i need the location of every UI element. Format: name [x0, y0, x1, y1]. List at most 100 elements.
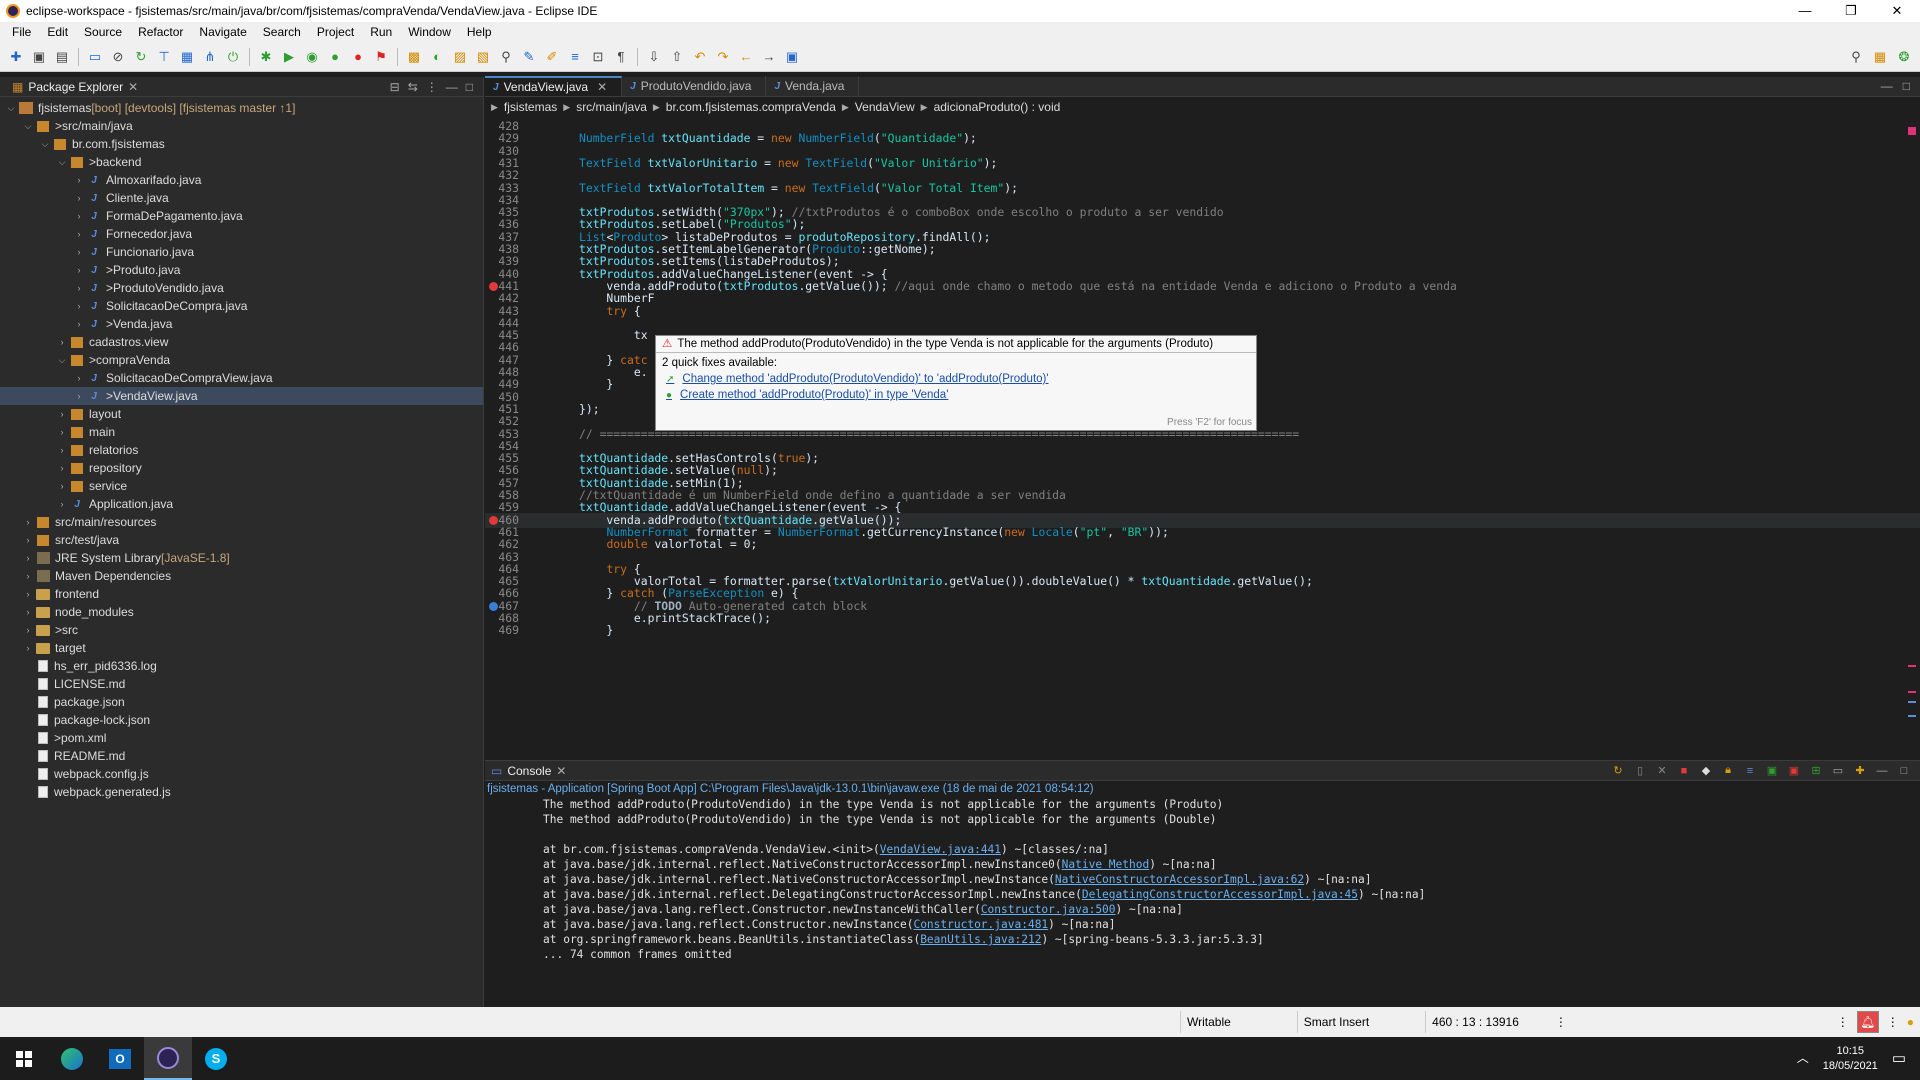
status-more-icon[interactable]: ⋮ — [1837, 1015, 1849, 1029]
tree-item[interactable]: › J SolicitacaoDeCompra.java — [0, 297, 483, 315]
collapsed-chevron-icon[interactable]: › — [21, 607, 35, 617]
collapsed-chevron-icon[interactable]: › — [72, 391, 86, 401]
tree-item[interactable]: package.json — [0, 693, 483, 711]
scroll-lock-icon[interactable]: 🔒︎ — [1720, 763, 1736, 779]
back-icon[interactable]: ← — [736, 47, 756, 67]
view-menu-icon[interactable]: ⋮ — [426, 80, 438, 94]
notification-icon[interactable]: 🔔︎ — [1856, 1011, 1879, 1033]
stack-trace-link[interactable]: BeanUtils.java:212 — [920, 933, 1041, 946]
tree-item[interactable]: › src/main/resources — [0, 513, 483, 531]
menu-search[interactable]: Search — [255, 25, 309, 39]
pin-editor-icon[interactable]: ▣ — [782, 47, 802, 67]
collapsed-chevron-icon[interactable]: › — [72, 229, 86, 239]
menu-project[interactable]: Project — [309, 25, 362, 39]
close-button[interactable]: ✕ — [1874, 0, 1920, 22]
collapsed-chevron-icon[interactable]: › — [55, 427, 69, 437]
open-type-icon[interactable]: ▨ — [450, 47, 470, 67]
spring-perspective-icon[interactable]: ❂ — [1894, 47, 1914, 67]
forward-edit-icon[interactable]: ↷ — [713, 47, 733, 67]
new-class-icon[interactable]: ◐ — [427, 47, 447, 67]
tree-item[interactable]: › > src — [0, 621, 483, 639]
collapsed-chevron-icon[interactable]: › — [55, 445, 69, 455]
minimize-button[interactable]: — — [1782, 0, 1828, 22]
maximize-editor-icon[interactable]: □ — [1903, 79, 1910, 93]
filter-icon[interactable]: ⊤ — [154, 47, 174, 67]
tree-item[interactable]: › src/test/java — [0, 531, 483, 549]
breadcrumb-package[interactable]: br.com.fjsistemas.compraVenda — [666, 100, 836, 114]
clock[interactable]: 10:15 18/05/2021 — [1823, 1044, 1878, 1074]
expanded-chevron-icon[interactable]: ⌵ — [55, 355, 69, 366]
collapsed-chevron-icon[interactable]: › — [55, 409, 69, 419]
coverage-icon[interactable]: ◉ — [302, 47, 322, 67]
tree-item[interactable]: › J > Venda.java — [0, 315, 483, 333]
windows-start-icon[interactable] — [0, 1037, 48, 1080]
collapsed-chevron-icon[interactable]: › — [55, 337, 69, 347]
grid-icon[interactable]: ▦ — [177, 47, 197, 67]
stack-trace-link[interactable]: Constructor.java:481 — [913, 918, 1048, 931]
forward-icon[interactable]: → — [759, 47, 779, 67]
collapsed-chevron-icon[interactable]: › — [72, 193, 86, 203]
menu-source[interactable]: Source — [76, 25, 130, 39]
stack-trace-link[interactable]: DelegatingConstructorAccessorImpl.java:4… — [1082, 888, 1358, 901]
highlight-icon[interactable]: ✐ — [542, 47, 562, 67]
remove-launch-icon[interactable]: ▯ — [1632, 763, 1648, 779]
collapsed-chevron-icon[interactable]: › — [72, 175, 86, 185]
maximize-view-icon[interactable]: □ — [466, 80, 473, 94]
status-menu-icon[interactable]: ⋮ — [1555, 1015, 1567, 1029]
word-wrap-icon[interactable]: ≡ — [565, 47, 585, 67]
tree-item[interactable]: › JRE System Library [JavaSE-1.8] — [0, 549, 483, 567]
expanded-chevron-icon[interactable]: ⌵ — [21, 121, 35, 132]
tree-item[interactable]: › layout — [0, 405, 483, 423]
collapsed-chevron-icon[interactable]: › — [72, 301, 86, 311]
collapsed-chevron-icon[interactable]: › — [21, 625, 35, 635]
tree-item[interactable]: ⌵ br.com.fjsistemas — [0, 135, 483, 153]
refresh-icon[interactable]: ↻ — [131, 47, 151, 67]
tree-item[interactable]: › J Funcionario.java — [0, 243, 483, 261]
hierarchy-icon[interactable]: ⋔ — [200, 47, 220, 67]
menu-edit[interactable]: Edit — [39, 25, 76, 39]
collapsed-chevron-icon[interactable]: › — [72, 211, 86, 221]
tree-item[interactable]: package-lock.json — [0, 711, 483, 729]
console-output[interactable]: The method addProduto(ProdutoVendido) in… — [485, 797, 1920, 962]
relaunch-icon[interactable]: ↻ — [1610, 763, 1626, 779]
save-all-icon[interactable]: ▤ — [52, 47, 72, 67]
stack-trace-link[interactable]: Constructor.java:500 — [981, 903, 1116, 916]
collapsed-chevron-icon[interactable]: › — [72, 247, 86, 257]
tree-item[interactable]: › J SolicitacaoDeCompraView.java — [0, 369, 483, 387]
breadcrumb-class[interactable]: VendaView — [855, 100, 915, 114]
debug-icon[interactable]: ✱ — [256, 47, 276, 67]
expanded-chevron-icon[interactable]: ⌵ — [38, 139, 52, 150]
save-icon[interactable]: ▣ — [29, 47, 49, 67]
tree-item[interactable]: › node_modules — [0, 603, 483, 621]
tab-venda[interactable]: J Venda.java — [766, 76, 860, 96]
minimize-editor-icon[interactable]: — — [1881, 79, 1893, 93]
collapsed-chevron-icon[interactable]: › — [55, 481, 69, 491]
collapsed-chevron-icon[interactable]: › — [21, 553, 35, 563]
collapsed-chevron-icon[interactable]: › — [72, 283, 86, 293]
overview-ruler[interactable] — [1906, 125, 1916, 745]
breadcrumb-source-folder[interactable]: src/main/java — [576, 100, 647, 114]
show-whitespace-icon[interactable]: ¶ — [611, 47, 631, 67]
tray-chevron-icon[interactable]: ︿ — [1797, 1051, 1809, 1066]
last-edit-icon[interactable]: ↶ — [690, 47, 710, 67]
collapsed-chevron-icon[interactable]: › — [21, 571, 35, 581]
edge-icon[interactable] — [48, 1037, 96, 1080]
link-editor-icon[interactable]: ⇆ — [408, 80, 418, 94]
tree-item[interactable]: › J Fornecedor.java — [0, 225, 483, 243]
skip-breakpoints-icon[interactable]: ⊘ — [108, 47, 128, 67]
stack-trace-link[interactable]: VendaView.java:441 — [880, 843, 1001, 856]
outlook-icon[interactable]: O — [96, 1037, 144, 1080]
tree-item[interactable]: LICENSE.md — [0, 675, 483, 693]
tab-produtovendido[interactable]: J ProdutoVendido.java — [622, 76, 767, 96]
tree-item[interactable]: › J > Produto.java — [0, 261, 483, 279]
collapsed-chevron-icon[interactable]: › — [21, 643, 35, 653]
notifications-center-icon[interactable]: ▭ — [1892, 1051, 1906, 1066]
tree-item[interactable]: ⌵ fjsistemas [boot] [devtools] [fjsistema… — [0, 99, 483, 117]
menu-help[interactable]: Help — [459, 25, 500, 39]
tree-item[interactable]: › J FormaDePagamento.java — [0, 207, 483, 225]
new-java-project-icon[interactable]: ▩ — [404, 47, 424, 67]
error-marker-icon[interactable] — [489, 515, 498, 525]
remove-all-icon[interactable]: ✕ — [1654, 763, 1670, 779]
menu-window[interactable]: Window — [400, 25, 459, 39]
minimize-view-icon[interactable]: — — [446, 80, 458, 94]
